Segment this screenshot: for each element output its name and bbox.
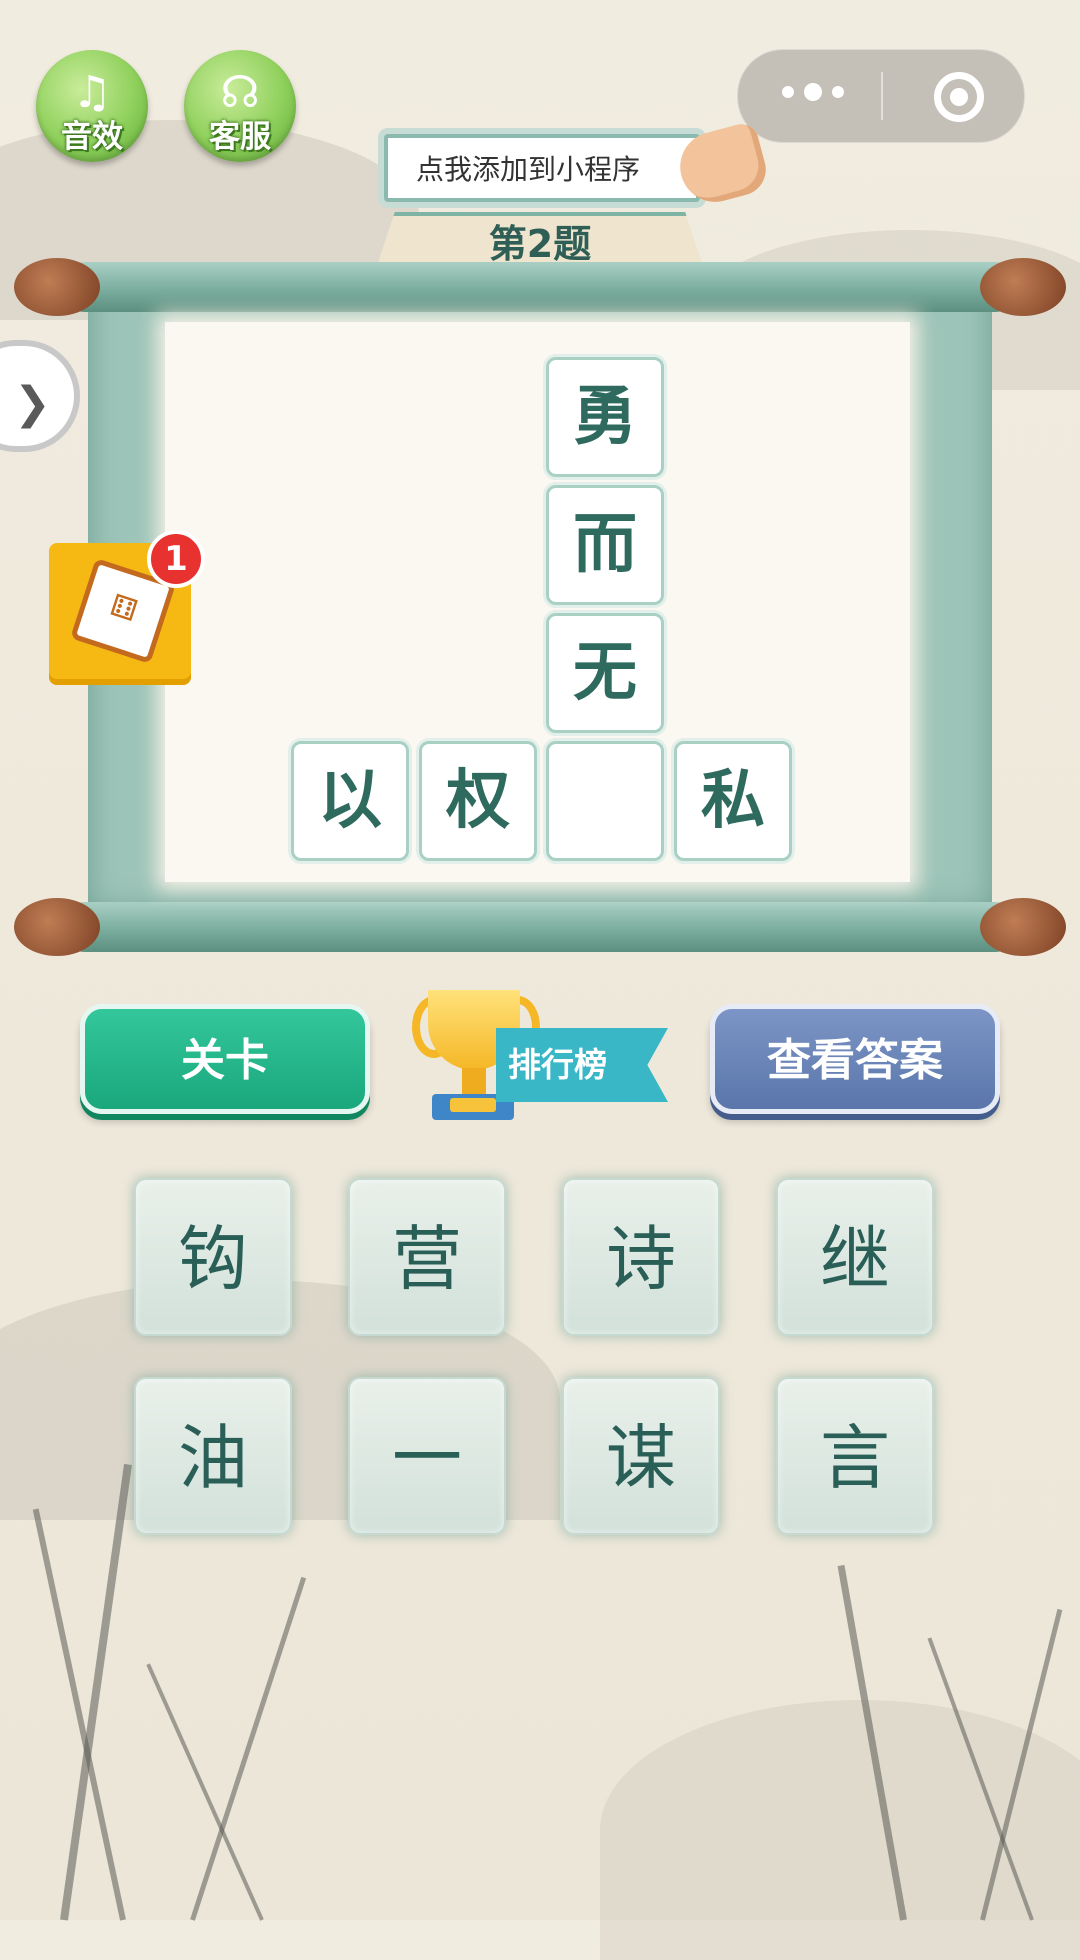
- puzzle-cell: 权: [419, 741, 537, 861]
- scroll-rod-end: [14, 258, 100, 316]
- miniprogram-capsule: [737, 49, 1025, 143]
- music-note-icon: ♫: [72, 67, 112, 118]
- more-menu-icon[interactable]: [782, 83, 844, 101]
- background-mountain: [600, 1700, 1080, 1960]
- scroll-bottom-rod: [60, 902, 1020, 952]
- level-select-button[interactable]: 关卡: [80, 1004, 370, 1114]
- puzzle-cell: 以: [291, 741, 409, 861]
- service-label: 客服: [209, 119, 271, 155]
- scroll-rod-end: [980, 898, 1066, 956]
- candidate-tile[interactable]: 钩: [134, 1178, 292, 1336]
- close-miniprogram-icon[interactable]: [934, 72, 984, 122]
- scroll-rod-end: [14, 898, 100, 956]
- scroll-rod-end: [980, 258, 1066, 316]
- customer-service-button[interactable]: ☊ 客服: [184, 50, 296, 162]
- puzzle-cell: 勇: [546, 357, 664, 477]
- side-drawer-button[interactable]: ❯: [0, 340, 80, 452]
- trophy-icon: [450, 1098, 496, 1112]
- tree-branch: [190, 1576, 307, 1921]
- candidate-tile[interactable]: 油: [134, 1377, 292, 1535]
- chevron-right-icon: ❯: [14, 378, 51, 429]
- puzzle-board: [165, 322, 910, 882]
- view-answer-button[interactable]: 查看答案: [710, 1004, 1000, 1114]
- candidate-tile[interactable]: 一: [348, 1377, 506, 1535]
- sound-button[interactable]: ♫ 音效: [36, 50, 148, 162]
- puzzle-cell-empty[interactable]: [546, 741, 664, 861]
- candidate-tile[interactable]: 营: [348, 1178, 506, 1336]
- capsule-divider: [881, 72, 883, 120]
- add-to-miniprogram-tip[interactable]: 点我添加到小程序: [384, 134, 700, 202]
- puzzle-cell: 而: [546, 485, 664, 605]
- candidate-tile[interactable]: 继: [776, 1178, 934, 1336]
- puzzle-cell: 无: [546, 613, 664, 733]
- candidate-tile[interactable]: 诗: [562, 1178, 720, 1336]
- candidate-tile[interactable]: 言: [776, 1377, 934, 1535]
- leaderboard-label[interactable]: 排行榜: [496, 1028, 668, 1102]
- scroll-top-rod: [60, 262, 1020, 312]
- sound-label: 音效: [61, 119, 123, 155]
- notification-badge: 1: [147, 530, 205, 588]
- headset-icon: ☊: [220, 67, 260, 118]
- puzzle-cell: 私: [674, 741, 792, 861]
- candidate-tile[interactable]: 谋: [562, 1377, 720, 1535]
